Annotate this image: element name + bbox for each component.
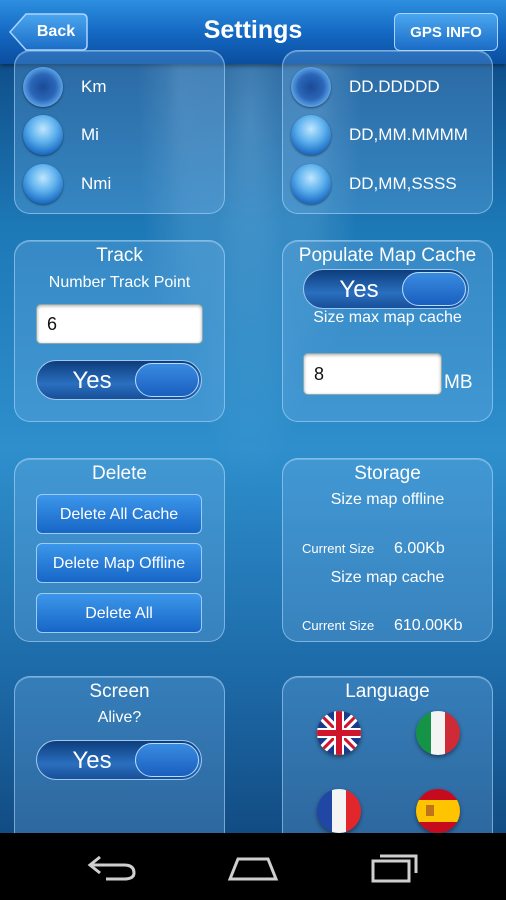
toggle-knob[interactable] (135, 363, 199, 397)
radio-icon[interactable] (23, 115, 63, 155)
radio-icon[interactable] (291, 164, 331, 204)
delete-title: Delete (92, 463, 147, 484)
storage-offline-label: Size map offline (330, 491, 445, 508)
toggle-label: Yes (72, 747, 112, 774)
map-cache-title: Populate Map Cache (298, 245, 477, 266)
storage-cache-label: Size map cache (330, 569, 445, 586)
back-nav-icon[interactable] (86, 849, 138, 883)
map-cache-toggle[interactable]: Yes (303, 269, 469, 309)
track-points-input[interactable] (36, 304, 203, 344)
delete-all-cache-button[interactable]: Delete All Cache (36, 494, 202, 534)
offline-current-size-label: Current Size (302, 541, 375, 556)
screen-panel: Screen Alive? Yes (14, 676, 225, 848)
track-title: Track (96, 245, 143, 266)
toggle-label: Yes (72, 367, 112, 394)
italian-flag-icon[interactable] (416, 711, 460, 755)
cache-current-size-value: 610.00Kb (394, 617, 463, 634)
track-toggle[interactable]: Yes (36, 360, 202, 400)
english-flag-icon[interactable] (317, 711, 361, 755)
french-flag-icon[interactable] (317, 789, 361, 833)
screen-subtitle: Alive? (97, 709, 142, 726)
unit-option-label: Nmi (81, 174, 112, 193)
coord-option-label: DD,MM.MMMM (349, 125, 468, 144)
radio-icon[interactable] (291, 67, 331, 107)
radio-icon[interactable] (291, 115, 331, 155)
toggle-label: Yes (339, 276, 379, 303)
storage-title: Storage (354, 463, 421, 484)
toggle-knob[interactable] (135, 743, 199, 777)
gps-info-button[interactable]: GPS INFO (394, 13, 498, 51)
screen-alive-toggle[interactable]: Yes (36, 740, 202, 780)
track-panel: Track Number Track Point Yes (14, 240, 225, 422)
coord-option-label: DD.DDDDD (349, 77, 440, 96)
map-cache-panel: Populate Map Cache Yes Size max map cach… (282, 240, 493, 422)
toggle-knob[interactable] (402, 272, 466, 306)
track-subtitle: Number Track Point (48, 274, 191, 291)
offline-current-size-value: 6.00Kb (394, 540, 445, 557)
map-cache-unit: MB (444, 372, 473, 393)
delete-map-offline-button[interactable]: Delete Map Offline (36, 543, 202, 583)
radio-icon[interactable] (23, 164, 63, 204)
map-cache-size-label: Size max map cache (313, 309, 462, 326)
system-nav-bar (0, 833, 506, 900)
coord-option-label: DD,MM,SSSS (349, 174, 457, 193)
cache-current-size-label: Current Size (302, 618, 375, 633)
delete-panel: Delete Delete All Cache Delete Map Offli… (14, 458, 225, 642)
recent-apps-icon[interactable] (370, 849, 424, 883)
radio-icon[interactable] (23, 67, 63, 107)
storage-panel: Storage Size map offline Current Size 6.… (282, 458, 493, 642)
unit-option-label: Mi (81, 125, 99, 144)
units-panel: Km Mi Nmi (14, 50, 225, 214)
unit-option-label: Km (81, 77, 107, 96)
language-title: Language (345, 681, 430, 702)
delete-all-button[interactable]: Delete All (36, 593, 202, 633)
spanish-flag-icon[interactable] (416, 789, 460, 833)
map-cache-size-input[interactable] (303, 353, 442, 395)
language-panel: Language (282, 676, 493, 848)
screen-title: Screen (89, 681, 150, 702)
coord-format-panel: DD.DDDDD DD,MM.MMMM DD,MM,SSSS (282, 50, 493, 214)
home-nav-icon[interactable] (226, 849, 280, 883)
